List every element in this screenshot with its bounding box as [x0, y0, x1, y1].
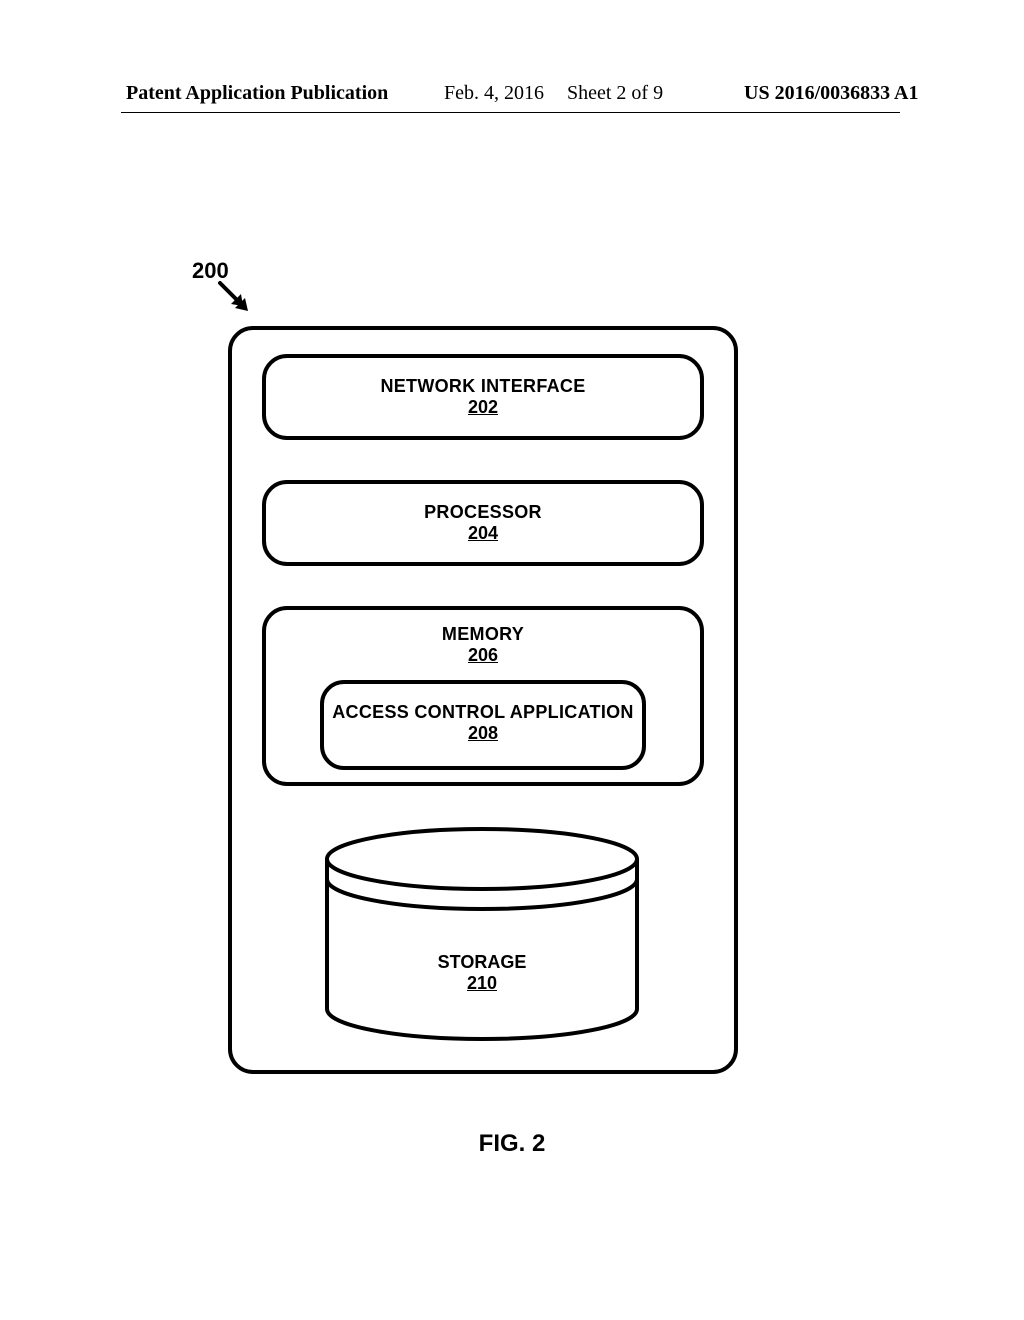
- figure-caption: FIG. 2: [0, 1130, 1024, 1158]
- processor-num: 204: [266, 523, 700, 544]
- network-interface-label: NETWORK INTERFACE: [266, 376, 700, 397]
- device-block: NETWORK INTERFACE 202 PROCESSOR 204 MEMO…: [228, 326, 738, 1074]
- header-docnum: US 2016/0036833 A1: [744, 82, 918, 105]
- storage-label: STORAGE: [317, 952, 647, 973]
- storage-label-group: STORAGE 210: [317, 952, 647, 994]
- processor-label: PROCESSOR: [266, 502, 700, 523]
- page: Patent Application Publication Feb. 4, 2…: [0, 0, 1024, 1320]
- header-publication-type: Patent Application Publication: [126, 82, 388, 105]
- access-control-label: ACCESS CONTROL APPLICATION: [324, 702, 642, 723]
- memory-num: 206: [266, 645, 700, 666]
- storage-cylinder: STORAGE 210: [317, 824, 647, 1044]
- access-control-num: 208: [324, 723, 642, 744]
- reference-arrow-icon: [215, 278, 255, 318]
- network-interface-block: NETWORK INTERFACE 202: [262, 354, 704, 440]
- network-interface-num: 202: [266, 397, 700, 418]
- header-date: Feb. 4, 2016: [444, 82, 544, 105]
- memory-block: MEMORY 206 ACCESS CONTROL APPLICATION 20…: [262, 606, 704, 786]
- access-control-block: ACCESS CONTROL APPLICATION 208: [320, 680, 646, 770]
- header-sheet: Sheet 2 of 9: [567, 82, 663, 105]
- processor-block: PROCESSOR 204: [262, 480, 704, 566]
- storage-num: 210: [317, 973, 647, 994]
- memory-label: MEMORY: [266, 624, 700, 645]
- header-rule: [121, 112, 900, 113]
